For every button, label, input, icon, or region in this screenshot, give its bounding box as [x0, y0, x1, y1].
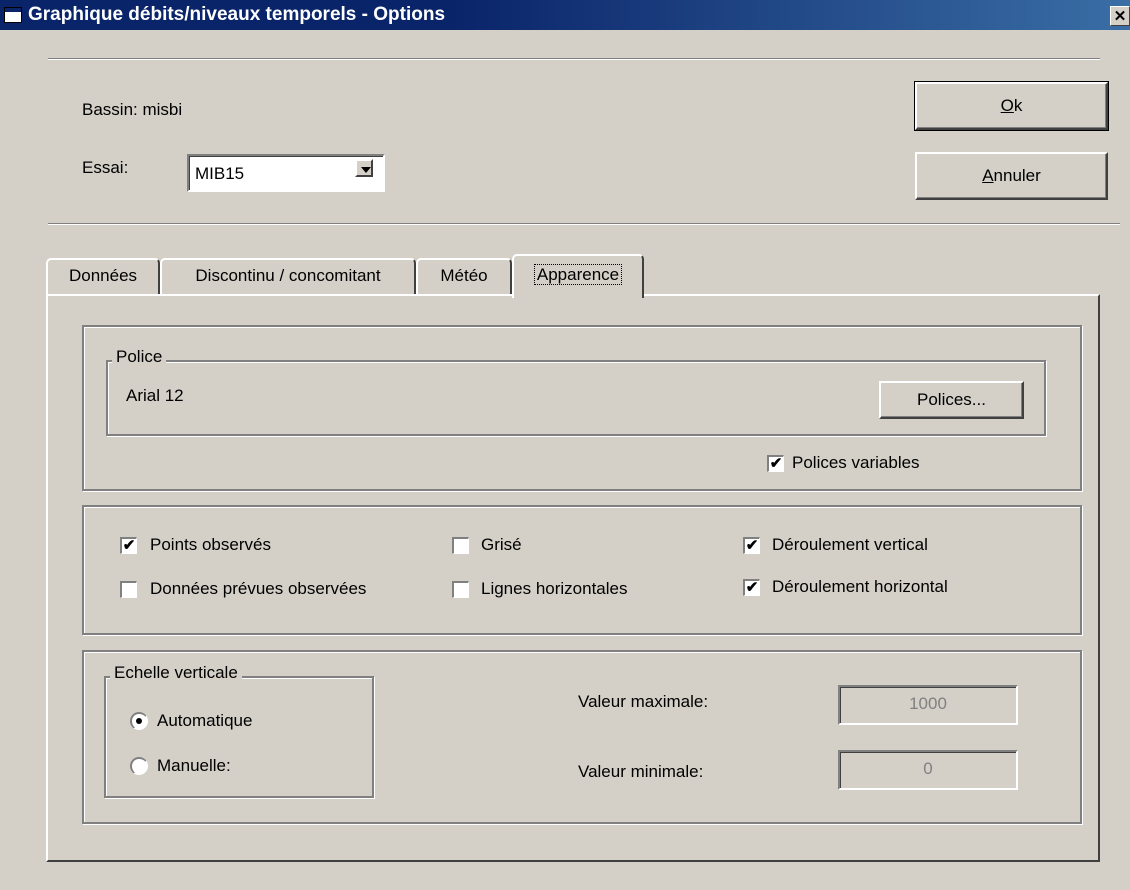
- valeur-maximale-label: Valeur maximale:: [578, 692, 709, 711]
- police-font-value: Arial 12: [126, 386, 184, 405]
- cancel-mnemonic: A: [982, 166, 994, 185]
- window-title: Graphique débits/niveaux temporels - Opt…: [28, 4, 446, 25]
- polices-button[interactable]: Polices...: [879, 381, 1024, 419]
- lignes-horizontales-checkbox[interactable]: [452, 581, 469, 598]
- check-icon: ✔: [745, 537, 759, 554]
- separator-top: [48, 58, 1100, 60]
- close-button[interactable]: ✕: [1110, 6, 1130, 26]
- ok-label: k: [1013, 96, 1023, 115]
- points-observes-label: Points observés: [150, 535, 271, 554]
- manuelle-label: Manuelle:: [157, 756, 231, 775]
- echelle-group-label: Echelle verticale: [110, 663, 242, 683]
- bassin-label: Bassin: misbi: [82, 100, 183, 119]
- cancel-button[interactable]: Annuler: [915, 152, 1108, 200]
- valeur-minimale-value: 0: [923, 759, 933, 778]
- app-window-icon: [4, 7, 22, 23]
- tab-discontinu[interactable]: Discontinu / concomitant: [160, 258, 416, 296]
- ok-button[interactable]: Ok: [914, 81, 1109, 131]
- cancel-label: nnuler: [993, 166, 1041, 185]
- police-group-label: Police: [112, 347, 167, 367]
- points-observes-checkbox[interactable]: ✔: [120, 537, 137, 554]
- essai-label: Essai:: [82, 158, 129, 177]
- tab-label: Données: [68, 266, 138, 285]
- grise-label: Grisé: [481, 535, 522, 554]
- tab-apparence[interactable]: Apparence: [512, 254, 644, 298]
- essai-select[interactable]: MIB15: [187, 154, 385, 192]
- polices-variables-checkbox[interactable]: ✔: [767, 455, 784, 472]
- valeur-minimale-label: Valeur minimale:: [578, 762, 704, 781]
- polices-variables-label: Polices variables: [792, 453, 920, 472]
- deroulement-vertical-checkbox[interactable]: ✔: [743, 537, 760, 554]
- valeur-minimale-field[interactable]: 0: [838, 750, 1018, 790]
- tab-meteo[interactable]: Météo: [416, 258, 512, 296]
- tab-label: Météo: [440, 266, 488, 285]
- echelle-groupbox: [104, 676, 374, 798]
- ok-mnemonic: O: [1000, 96, 1014, 115]
- valeur-maximale-field[interactable]: 1000: [838, 685, 1018, 725]
- tab-label: Apparence: [533, 264, 623, 285]
- tab-donnees[interactable]: Données: [46, 258, 160, 296]
- donnees-prevues-label: Données prévues observées: [150, 579, 367, 598]
- grise-checkbox[interactable]: [452, 537, 469, 554]
- essai-value: MIB15: [195, 164, 245, 183]
- manuelle-radio[interactable]: [130, 757, 148, 775]
- deroulement-horizontal-label: Déroulement horizontal: [772, 577, 948, 596]
- display-options-panel: [82, 505, 1082, 635]
- close-icon: ✕: [1113, 8, 1127, 25]
- check-icon: ✔: [122, 537, 136, 554]
- deroulement-vertical-label: Déroulement vertical: [772, 535, 928, 554]
- automatique-label: Automatique: [157, 711, 253, 730]
- check-icon: ✔: [745, 579, 759, 596]
- separator-middle: [48, 223, 1120, 225]
- title-bar[interactable]: Graphique débits/niveaux temporels - Opt…: [0, 0, 1130, 30]
- dropdown-arrow-button[interactable]: [355, 159, 373, 177]
- donnees-prevues-checkbox[interactable]: [120, 581, 137, 598]
- deroulement-horizontal-checkbox[interactable]: ✔: [743, 579, 760, 596]
- valeur-maximale-value: 1000: [909, 694, 947, 713]
- automatique-radio[interactable]: [130, 712, 148, 730]
- polices-button-label: Polices...: [917, 390, 986, 409]
- tab-label: Discontinu / concomitant: [195, 266, 381, 285]
- lignes-horizontales-label: Lignes horizontales: [481, 579, 628, 598]
- check-icon: ✔: [769, 455, 783, 472]
